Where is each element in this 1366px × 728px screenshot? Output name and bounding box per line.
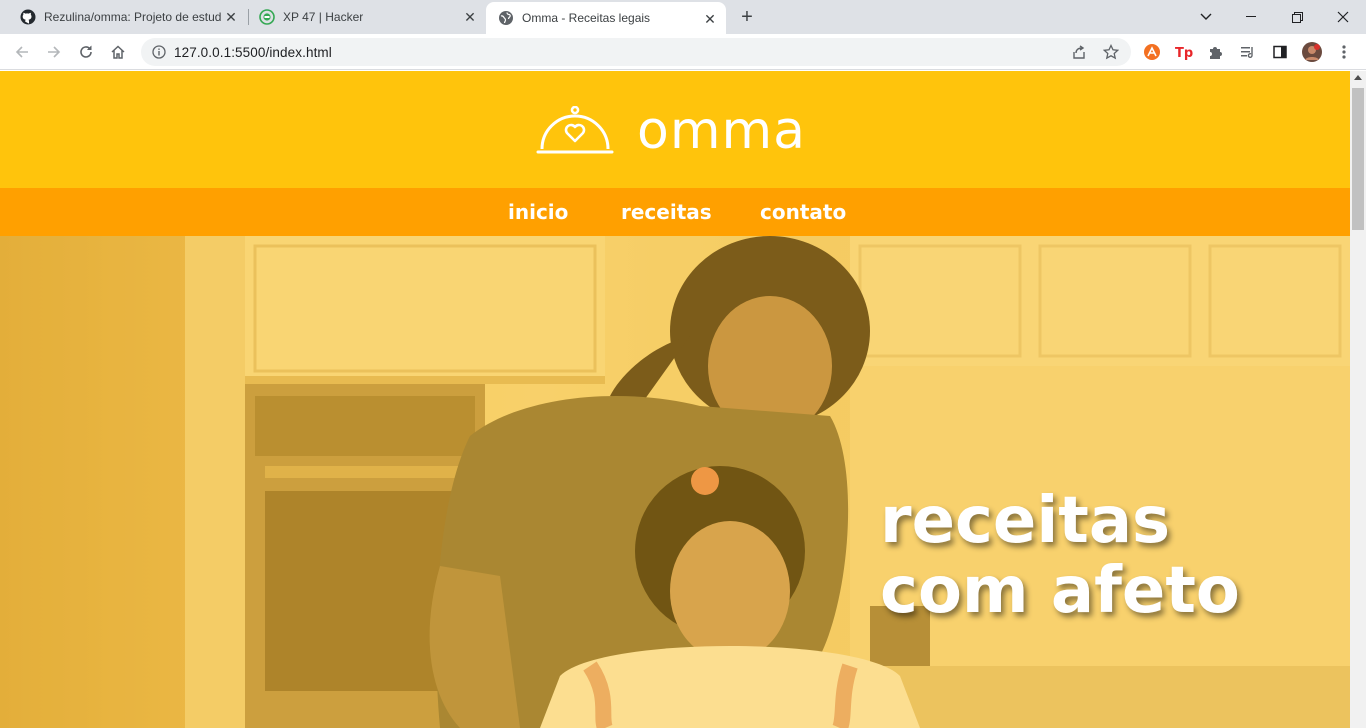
tab-title: Omma - Receitas legais [522, 11, 651, 25]
svg-text:Tp: Tp [1175, 46, 1193, 61]
reload-button[interactable] [74, 40, 98, 64]
restore-button[interactable] [1274, 0, 1320, 34]
omma-logo[interactable]: omma [535, 105, 806, 157]
arrow-left-icon [15, 46, 28, 58]
media-control-icon[interactable] [1238, 42, 1258, 62]
tab-search-button[interactable] [1183, 0, 1229, 34]
scroll-up-arrow-icon[interactable] [1354, 75, 1362, 80]
restore-icon [1291, 11, 1303, 23]
back-button[interactable] [10, 40, 34, 64]
reload-icon [80, 45, 92, 58]
tab-title: Rezulina/omma: Projeto de estud [44, 10, 222, 24]
browser-tab-strip: Rezulina/omma: Projeto de estud ✕ XP 47 … [0, 0, 1366, 34]
close-icon [1337, 11, 1349, 23]
extensions-puzzle-icon[interactable] [1206, 42, 1226, 62]
minimize-icon [1246, 16, 1256, 17]
brand-name: omma [637, 101, 806, 161]
forward-button[interactable] [42, 40, 66, 64]
extension-tp-icon[interactable]: Tp [1174, 42, 1194, 62]
globe-icon [498, 10, 514, 26]
nav-link-inicio[interactable]: inicio [508, 200, 568, 224]
hacker-icon [259, 9, 275, 25]
github-icon [20, 9, 36, 25]
page-viewport: omma inicio receitas contato receitas co… [0, 71, 1350, 728]
site-info-icon[interactable] [151, 44, 167, 60]
arrow-right-icon [48, 46, 61, 58]
hero-color-overlay [0, 236, 1350, 728]
hero-heading-line-2: com afeto [880, 554, 1240, 628]
minimize-button[interactable] [1228, 0, 1274, 34]
browser-toolbar: 127.0.0.1:5500/index.html Tp [0, 34, 1366, 70]
profile-avatar[interactable] [1302, 42, 1322, 62]
url-text: 127.0.0.1:5500/index.html [174, 45, 332, 60]
hero-banner: receitas com afeto [0, 236, 1350, 728]
address-bar[interactable]: 127.0.0.1:5500/index.html [141, 38, 1131, 66]
nav-link-contato[interactable]: contato [760, 200, 846, 224]
tab-separator [248, 9, 249, 25]
chevron-down-icon [1200, 13, 1212, 20]
browser-menu-icon[interactable] [1334, 42, 1354, 62]
tab-github[interactable]: Rezulina/omma: Projeto de estud ✕ [12, 0, 247, 34]
scrollbar-thumb[interactable] [1352, 88, 1364, 230]
tab-title: XP 47 | Hacker [283, 10, 364, 24]
new-tab-button[interactable]: + [737, 7, 757, 27]
tab-hacker[interactable]: XP 47 | Hacker ✕ [251, 0, 486, 34]
side-panel-icon[interactable] [1270, 42, 1290, 62]
bookmark-star-icon[interactable] [1103, 44, 1119, 60]
site-header: omma [0, 71, 1350, 188]
cloche-heart-icon [536, 106, 614, 154]
site-nav: inicio receitas contato [0, 188, 1350, 236]
share-icon[interactable] [1071, 44, 1087, 60]
hero-heading: receitas com afeto [880, 486, 1240, 626]
home-icon [111, 45, 125, 59]
close-tab-icon[interactable]: ✕ [223, 9, 239, 25]
home-button[interactable] [106, 40, 130, 64]
page-scrollbar[interactable] [1350, 71, 1366, 728]
nav-link-receitas[interactable]: receitas [621, 200, 712, 224]
close-tab-icon[interactable]: ✕ [462, 9, 478, 25]
tab-omma-active[interactable]: Omma - Receitas legais ✕ [486, 2, 726, 34]
hero-heading-line-1: receitas [880, 484, 1171, 558]
close-window-button[interactable] [1320, 0, 1366, 34]
extension-orange-icon[interactable] [1142, 42, 1162, 62]
close-tab-icon[interactable]: ✕ [702, 11, 718, 27]
